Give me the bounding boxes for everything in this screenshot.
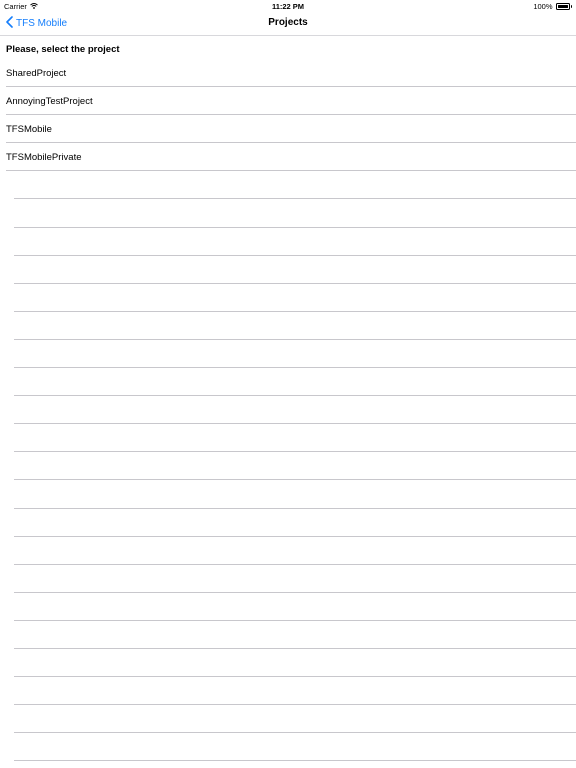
empty-row-separator: [14, 256, 576, 284]
empty-row-separator: [14, 621, 576, 649]
list-item-label: TFSMobile: [6, 124, 52, 136]
empty-row-separator: [14, 228, 576, 256]
select-project-prompt: Please, select the project: [6, 44, 120, 55]
list-item-label: AnnoyingTestProject: [6, 96, 93, 108]
status-battery: 100%: [533, 2, 572, 11]
list-item-label: SharedProject: [6, 68, 67, 79]
empty-row-separator: [14, 733, 576, 762]
empty-row-separator: [14, 424, 576, 453]
empty-row-separator: [14, 284, 576, 312]
empty-row-separator: [14, 452, 576, 481]
empty-row-separator: [14, 677, 576, 706]
projects-screen: Carrier 11:22 PM 100% TFS Mobile Project…: [0, 0, 576, 768]
empty-row-separator: [14, 565, 576, 593]
empty-row-separator: [14, 509, 576, 537]
status-bar: Carrier 11:22 PM 100%: [0, 0, 576, 12]
empty-row-separator: [14, 368, 576, 397]
empty-row-separator: [14, 312, 576, 340]
battery-percent: 100%: [533, 2, 553, 11]
navigation-bar: TFS Mobile Projects: [0, 12, 576, 36]
empty-row-separator: [14, 396, 576, 425]
battery-icon: [555, 3, 570, 10]
list-item-tfs-mobile-private[interactable]: TFSMobilePrivate: [6, 143, 576, 172]
empty-row-separator: [14, 705, 576, 734]
empty-row-separator: [14, 537, 576, 565]
empty-row-separator: [14, 480, 576, 509]
list-item-shared-project[interactable]: SharedProject: [6, 59, 576, 88]
page-title: Projects: [268, 17, 308, 28]
battery-fill: [557, 5, 568, 8]
list-item-annoying-test-project[interactable]: AnnoyingTestProject: [6, 87, 576, 116]
empty-row-separator: [14, 199, 576, 228]
empty-row-separator: [14, 171, 576, 200]
list-item-label: TFSMobilePrivate: [6, 152, 82, 164]
empty-row-separator: [14, 340, 576, 369]
status-time: 11:22 PM: [271, 2, 305, 11]
list-item-tfs-mobile[interactable]: TFSMobile: [6, 115, 576, 144]
empty-row-separator: [14, 593, 576, 621]
project-list: SharedProject AnnoyingTestProject TFSMob…: [0, 59, 576, 762]
battery-nub: [570, 5, 572, 8]
empty-row-separator: [14, 649, 576, 678]
